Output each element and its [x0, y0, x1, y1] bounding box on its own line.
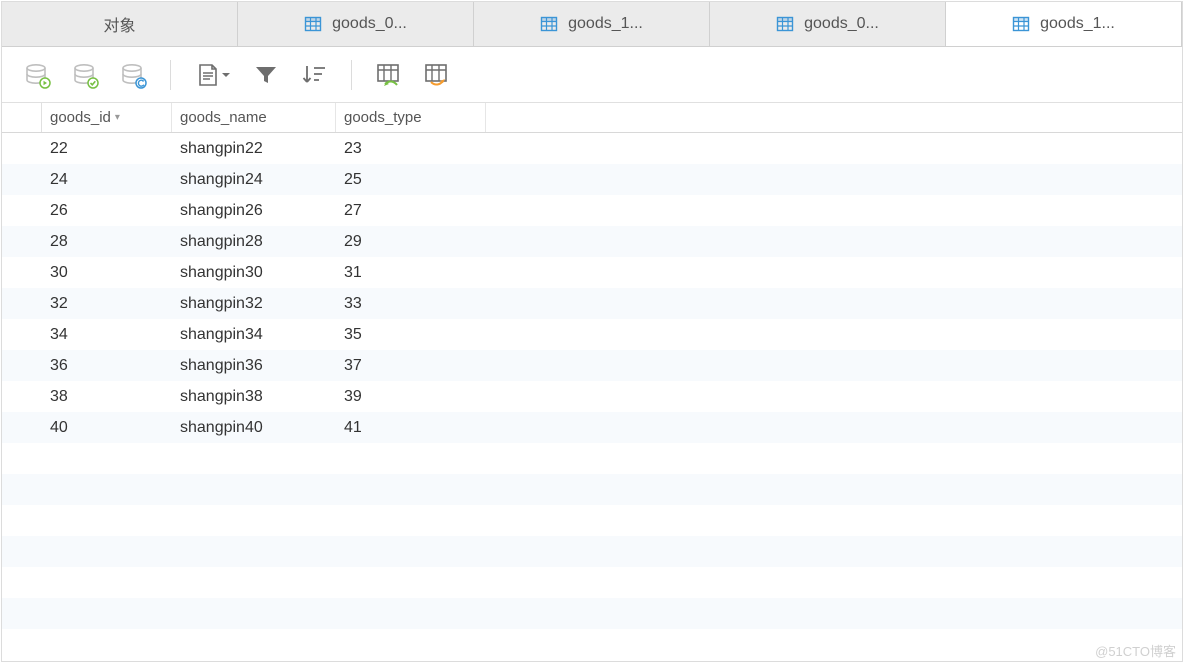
export-icon	[423, 62, 451, 88]
column-header-goods-name[interactable]: goods_name	[172, 103, 336, 132]
cell-goods_id: 40	[42, 419, 172, 437]
table-row[interactable]: 40shangpin4041	[2, 412, 1182, 443]
cell-goods_name: shangpin30	[172, 264, 336, 282]
cell-goods_type: 23	[336, 140, 486, 158]
toolbar	[2, 47, 1182, 103]
chevron-down-icon	[221, 70, 231, 80]
cell-goods_id: 30	[42, 264, 172, 282]
table-icon	[540, 15, 558, 33]
tab-bar: 对象 goods_0... goods_1... goods_0... goods_1.…	[2, 2, 1182, 47]
cell-goods_type: 27	[336, 202, 486, 220]
commit-icon	[71, 61, 99, 89]
text-view-icon	[195, 62, 221, 88]
tab[interactable]: goods_1...	[946, 2, 1182, 46]
cell-goods_id: 32	[42, 295, 172, 313]
import-icon	[375, 62, 403, 88]
sort-indicator-desc-icon: ▾	[115, 112, 120, 123]
blank-row	[2, 536, 1182, 567]
refresh-db-button[interactable]	[112, 54, 154, 96]
table-row[interactable]: 30shangpin3031	[2, 257, 1182, 288]
row-number-gutter	[2, 103, 42, 132]
column-label: goods_id	[50, 109, 111, 126]
run-query-icon	[23, 61, 51, 89]
tab-label: goods_1...	[568, 15, 643, 33]
cell-goods_type: 41	[336, 419, 486, 437]
table-header: goods_id ▾ goods_name goods_type	[2, 103, 1182, 133]
table-row[interactable]: 32shangpin3233	[2, 288, 1182, 319]
cell-goods_id: 34	[42, 326, 172, 344]
blank-row	[2, 598, 1182, 629]
tab[interactable]: goods_1...	[474, 2, 710, 46]
export-button[interactable]	[416, 54, 458, 96]
table-row[interactable]: 26shangpin2627	[2, 195, 1182, 226]
tab[interactable]: goods_0...	[238, 2, 474, 46]
cell-goods_name: shangpin34	[172, 326, 336, 344]
cell-goods_id: 24	[42, 171, 172, 189]
cell-goods_name: shangpin40	[172, 419, 336, 437]
tab[interactable]: goods_0...	[710, 2, 946, 46]
cell-goods_type: 39	[336, 388, 486, 406]
column-header-goods-type[interactable]: goods_type	[336, 103, 486, 132]
cell-goods_name: shangpin32	[172, 295, 336, 313]
table-row[interactable]: 36shangpin3637	[2, 350, 1182, 381]
cell-goods_id: 22	[42, 140, 172, 158]
table-row[interactable]: 38shangpin3839	[2, 381, 1182, 412]
toolbar-separator	[351, 60, 352, 90]
column-label: goods_type	[344, 109, 422, 126]
filter-icon	[253, 62, 279, 88]
cell-goods_type: 29	[336, 233, 486, 251]
cell-goods_type: 31	[336, 264, 486, 282]
run-query-button[interactable]	[16, 54, 58, 96]
cell-goods_id: 36	[42, 357, 172, 375]
cell-goods_name: shangpin28	[172, 233, 336, 251]
tab-label: 对象	[103, 12, 135, 36]
cell-goods_name: shangpin38	[172, 388, 336, 406]
cell-goods_name: shangpin24	[172, 171, 336, 189]
tab-label: goods_0...	[804, 15, 879, 33]
cell-goods_type: 25	[336, 171, 486, 189]
sort-icon	[300, 62, 328, 88]
table-icon	[776, 15, 794, 33]
table-body: 22shangpin222324shangpin242526shangpin26…	[2, 133, 1182, 629]
cell-goods_type: 35	[336, 326, 486, 344]
column-header-goods-id[interactable]: goods_id ▾	[42, 103, 172, 132]
cell-goods_id: 38	[42, 388, 172, 406]
filter-button[interactable]	[245, 54, 287, 96]
table-row[interactable]: 24shangpin2425	[2, 164, 1182, 195]
table-row[interactable]: 28shangpin2829	[2, 226, 1182, 257]
table-icon	[304, 15, 322, 33]
blank-row	[2, 567, 1182, 598]
blank-row	[2, 505, 1182, 536]
cell-goods_name: shangpin36	[172, 357, 336, 375]
tab-label: goods_0...	[332, 15, 407, 33]
sort-button[interactable]	[293, 54, 335, 96]
cell-goods_type: 37	[336, 357, 486, 375]
column-label: goods_name	[180, 109, 267, 126]
blank-row	[2, 474, 1182, 505]
table-icon	[1012, 15, 1030, 33]
refresh-db-icon	[119, 61, 147, 89]
text-view-button[interactable]	[187, 54, 239, 96]
import-button[interactable]	[368, 54, 410, 96]
commit-button[interactable]	[64, 54, 106, 96]
tab[interactable]: 对象	[2, 2, 238, 46]
cell-goods_name: shangpin26	[172, 202, 336, 220]
table-row[interactable]: 34shangpin3435	[2, 319, 1182, 350]
cell-goods_name: shangpin22	[172, 140, 336, 158]
toolbar-separator	[170, 60, 171, 90]
cell-goods_type: 33	[336, 295, 486, 313]
cell-goods_id: 26	[42, 202, 172, 220]
tab-label: goods_1...	[1040, 15, 1115, 33]
cell-goods_id: 28	[42, 233, 172, 251]
blank-row	[2, 443, 1182, 474]
table-row[interactable]: 22shangpin2223	[2, 133, 1182, 164]
